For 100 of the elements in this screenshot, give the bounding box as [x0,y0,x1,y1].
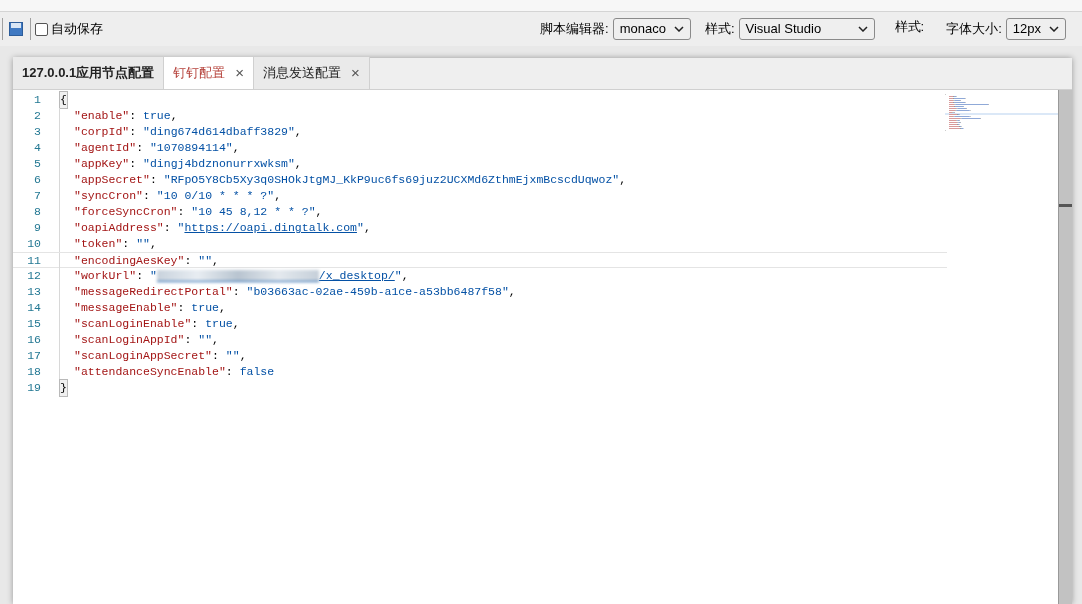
dropdown[interactable]: 12px [1005,18,1066,40]
line-number: 14 [26,300,41,316]
code-link[interactable]: /x_desktop/ [318,268,395,284]
close-icon[interactable]: × [235,61,244,85]
code-token: : [212,348,220,364]
line-number: 17 [26,348,41,364]
code-token: "syncCron" [74,188,143,204]
code-token: "forceSyncCron" [74,204,178,220]
dropdown[interactable]: Visual Studio [738,18,875,40]
save-button[interactable] [8,21,24,37]
line-number: 8 [33,204,41,220]
code-token: " [356,220,364,236]
line-number: 15 [26,316,41,332]
scrollbar[interactable] [1058,90,1072,604]
dropdown[interactable]: monaco [612,18,691,40]
code-token: "corpId" [74,124,130,140]
code-token: : [184,332,193,348]
code-token: "scanLoginAppSecret" [74,348,213,364]
code-bracket: { [60,92,67,108]
code-token: , [363,220,371,236]
code-token: "10 45 8,12 * * ?" [191,204,316,220]
code-token: , [232,316,240,332]
code-token: : [184,253,193,269]
code-token: : [122,236,131,252]
code-token: false [239,364,275,380]
code-token: " [394,268,402,284]
autosave-checkbox[interactable] [35,22,48,36]
chevron-down-icon [673,26,684,32]
control-label: 字体大小: [946,20,1002,39]
code-token: : [129,108,138,124]
control-label: 样式: [704,20,735,39]
code-token: : [129,124,138,140]
code-token: : [191,316,200,332]
code-bracket: } [60,380,67,396]
line-number: 1 [33,92,41,108]
line-number: 7 [33,188,41,204]
code-token: : [177,300,186,316]
code-token: : [143,188,151,204]
line-number: 12 [26,268,41,284]
code-token: "workUrl" [74,268,137,284]
line-number: 5 [33,156,41,172]
code-token: "agentId" [74,140,137,156]
code-token: , [218,300,226,316]
code-token: : [163,220,172,236]
code-token: "10 0/10 * * * ?" [156,188,275,204]
code-token: "encodingAesKey" [74,253,185,269]
line-number: 11 [26,253,41,267]
line-number: 9 [33,220,41,236]
tab[interactable]: 127.0.0.1应用节点配置 [13,57,165,89]
line-number: 6 [33,172,41,188]
code-token: : [177,204,186,220]
code-token: true [143,108,171,124]
code-token: , [619,172,627,188]
control-label: 脚本编辑器: [540,20,609,39]
code-token: , [274,188,282,204]
line-number: 2 [33,108,41,124]
code-token: "ding674d614dbaff3829" [143,124,295,140]
code-token: , [232,140,240,156]
code-token: "dingj4bdznonurrxwksm" [143,156,295,172]
code-token: , [212,253,219,269]
code-token: , [508,284,516,300]
code-token: "" [198,332,213,348]
code-link[interactable]: https://oapi.dingtalk.com [184,220,357,236]
code-token: "attendanceSyncEnable" [74,364,226,380]
tab[interactable]: 消息发送配置 × [254,57,370,89]
code-token: "enable" [74,108,130,124]
code-token: , [239,348,247,364]
code-token: true [205,316,233,332]
code-token: "RFpO5Y8Cb5Xy3q0SHOkJtgMJ_KkP9uc6fs69juz2UCXMd6ZthmEjxmBcscdUqwoz" [163,172,620,188]
code-token: : [129,156,138,172]
code-token: "messageEnable" [74,300,178,316]
code-token: "scanLoginAppId" [74,332,185,348]
line-number: 3 [33,124,41,140]
code-token: "" [198,253,213,269]
code-token: " [177,220,185,236]
control-label: 样式: [894,18,925,37]
code-token: "1070894114" [149,140,233,156]
line-number: 16 [26,332,41,348]
code-token: , [294,124,302,140]
code-token: "" [136,236,150,252]
code-token: " [149,268,157,284]
code-token: : [136,268,145,284]
chevron-down-icon [857,26,868,32]
code-token: : [232,284,241,300]
code-token: , [170,108,178,124]
line-number: 10 [26,236,41,252]
code-token: : [136,140,145,156]
code-token: "oapiAddress" [74,220,164,236]
line-number: 13 [26,284,41,300]
code-token: , [212,332,219,348]
code-token: true [191,300,219,316]
close-icon[interactable]: × [351,61,360,85]
code-token: "token" [74,236,123,252]
chevron-down-icon [1049,26,1059,32]
code-token: , [149,236,157,252]
code-token: , [315,204,323,220]
line-number: 19 [26,380,41,396]
code-token: , [294,156,302,172]
code-token: : [149,172,158,188]
tab[interactable]: 钉钉配置 × [164,57,254,89]
